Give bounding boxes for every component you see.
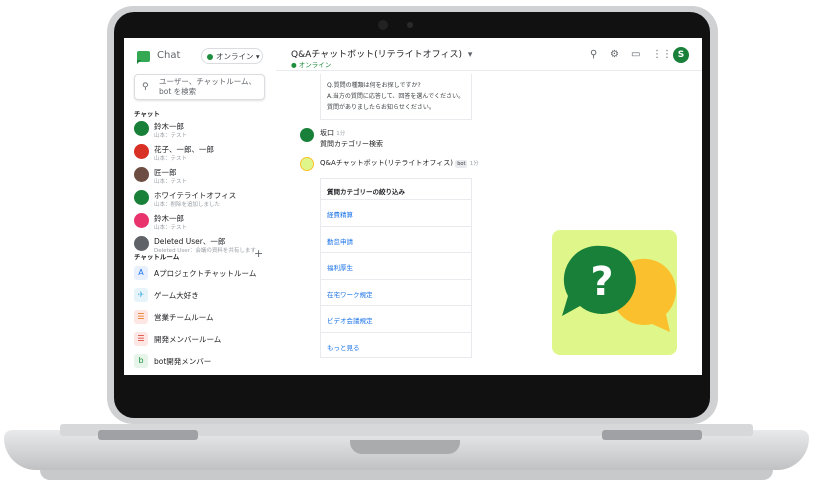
settings-icon[interactable]: ⚙ (610, 49, 619, 60)
intro-text-2: A.当方の質問に応答して、回答を選んでください。質問がありましたらお知らせくださ… (327, 93, 465, 111)
room-icon: ☰ (134, 332, 148, 346)
chevron-down-icon: ▾ (255, 52, 260, 61)
bot-name: Q&Aチャットボット(リテライトオフィス) (320, 159, 454, 167)
feedback-icon[interactable]: ▭ (631, 49, 640, 60)
category-card-title: 質問カテゴリーの絞り込み (327, 188, 405, 196)
room-status: ● オンライン (291, 61, 332, 69)
category-option[interactable]: 在宅ワーク規定 (321, 278, 471, 307)
hinge-left (98, 430, 198, 440)
user-message-header: 坂口 1分 (320, 128, 345, 138)
category-option-label: 勤怠申請 (327, 237, 353, 246)
room-icon: A (134, 266, 148, 280)
search-input[interactable]: ユーザー、チャットルーム、bot を検索 (159, 77, 259, 97)
dm-item[interactable]: 花子、一郎、一郎 山本：テスト (134, 141, 274, 163)
category-card: 質問カテゴリーの絞り込み 経費精算勤怠申請福利厚生在宅ワーク規定 ビデオ会議規定も… (320, 178, 472, 358)
category-option[interactable]: 福利厚生 (321, 252, 471, 280)
category-option-label: もっと見る (327, 343, 360, 352)
category-option-label: ビデオ会議規定 (327, 317, 373, 325)
dm-preview: 山本：テスト (154, 179, 188, 185)
search-box[interactable]: ⚲ ユーザー、チャットルーム、bot を検索 (134, 74, 265, 100)
dm-preview: 山本：テスト (154, 225, 188, 231)
category-option-label: 経費精算 (327, 211, 353, 219)
room-icon: ☰ (134, 310, 148, 324)
room-icon: ✈ (134, 288, 148, 302)
status-label: オンライン (216, 52, 254, 61)
dm-item[interactable]: 鈴木一郎 山本：テスト (134, 210, 274, 232)
user-time: 1分 (336, 131, 346, 137)
qa-bot-app-icon: ? (552, 230, 677, 355)
dm-preview: 山本：テスト (154, 133, 188, 139)
room-name: ゲーム大好き (154, 291, 199, 300)
room-name: 開発メンバールーム (154, 335, 222, 344)
avatar (134, 236, 149, 251)
category-option[interactable]: 経費精算 (321, 199, 471, 227)
user-avatar (300, 128, 314, 142)
room-name: 営業チームルーム (154, 313, 214, 322)
bot-intro-card: Q.質問の種類は何をお探しですか? A.当方の質問に応答して、回答を選んでくださ… (320, 74, 472, 120)
svg-text:?: ? (590, 259, 613, 305)
camera-sensor (378, 20, 388, 30)
dm-item[interactable]: ホワイテライトオフィス 山本：削除を追加しました (134, 187, 274, 209)
bot-avatar (300, 157, 314, 171)
sidebar: Chat オンライン ▾ ⚲ ユーザー、チャットルーム、bot を検索 チャット… (124, 38, 276, 375)
search-icon: ⚲ (142, 82, 149, 92)
trackpad-notch (350, 440, 460, 454)
room-icon: b (134, 354, 148, 368)
bot-badge: bot (455, 160, 468, 168)
avatar (134, 213, 149, 228)
category-option-label: 在宅ワーク規定 (327, 290, 373, 299)
category-option[interactable]: ビデオ会議規定 (321, 305, 471, 333)
account-avatar[interactable]: S (673, 47, 689, 63)
room-item[interactable]: A Aプロジェクトチャットルーム (134, 264, 274, 284)
hinge-right (602, 430, 702, 440)
category-option-label: 福利厚生 (327, 264, 353, 272)
user-message-text: 質問カテゴリー検索 (320, 140, 383, 148)
avatar (134, 190, 149, 205)
room-item[interactable]: ☰ 開発メンバールーム (134, 330, 274, 350)
room-item[interactable]: b bot開発メンバー (134, 352, 274, 372)
dm-preview: 山本：テスト (154, 156, 188, 162)
user-name: 坂口 (320, 129, 337, 137)
dm-item[interactable]: 鈴木一郎 山本：テスト (134, 118, 274, 140)
chat-section-title: チャット (134, 110, 160, 118)
speech-bubbles-icon: ? (562, 245, 676, 332)
avatar (134, 167, 149, 182)
header-divider (276, 70, 702, 71)
app-title: Chat (157, 50, 181, 61)
room-item[interactable]: ✈ ゲーム大好き (134, 286, 274, 306)
dm-item[interactable]: 匠一郎 山本：テスト (134, 164, 274, 186)
room-section-title: チャットルーム (134, 253, 180, 261)
room-name: Aプロジェクトチャットルーム (154, 269, 257, 278)
online-dot-icon (207, 54, 213, 60)
apps-icon[interactable]: ⋮⋮ (652, 49, 672, 60)
avatar (134, 144, 149, 159)
camera (407, 22, 413, 28)
room-name: bot開発メンバー (154, 357, 212, 366)
category-option[interactable]: もっと見る (321, 331, 471, 360)
bot-message-header: Q&Aチャットボット(リテライトオフィス) bot 1分 (320, 158, 479, 168)
category-option[interactable]: 勤怠申請 (321, 225, 471, 254)
search-icon[interactable]: ⚲ (590, 49, 597, 60)
avatar (134, 121, 149, 136)
laptop-foot (40, 470, 773, 480)
room-item[interactable]: ☰ 営業チームルーム (134, 308, 274, 328)
chevron-down-icon: ▾ (467, 50, 473, 60)
status-dropdown[interactable]: オンライン ▾ (201, 48, 263, 64)
intro-text-1: Q.質問の種類は何をお探しですか? (327, 82, 421, 89)
add-room-icon[interactable]: + (254, 247, 263, 260)
chat-logo-icon (137, 51, 150, 64)
bot-time: 1分 (469, 161, 479, 167)
dm-preview: 山本：削除を追加しました (154, 202, 221, 208)
